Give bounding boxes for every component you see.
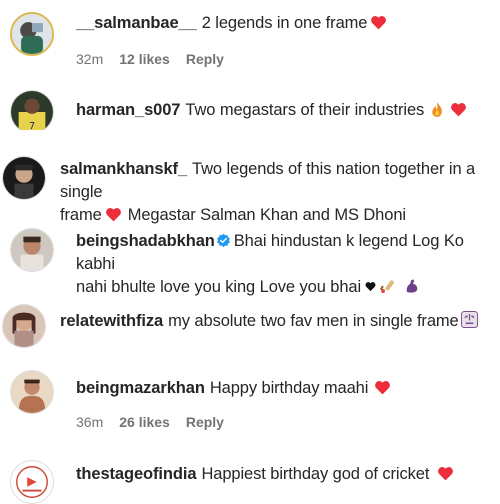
avatar[interactable] bbox=[10, 460, 54, 504]
comment-likes[interactable]: 26 likes bbox=[119, 414, 170, 430]
verified-badge-icon bbox=[216, 233, 231, 248]
red-heart-icon bbox=[450, 102, 467, 117]
comment-body: my absolute two fav men in single frame bbox=[168, 312, 459, 330]
avatar[interactable] bbox=[10, 370, 54, 414]
comment-item: beingmazarkhan Happy birthday maahi 36m 26… bbox=[0, 362, 500, 446]
fire-icon bbox=[430, 101, 444, 118]
comment-body-line2: nahi bhulte love you king Love you bhai bbox=[76, 278, 362, 296]
comment-text: beingmazarkhan Happy birthday maahi bbox=[76, 377, 496, 400]
comment-time: 36m bbox=[76, 414, 104, 430]
comment-body: 2 legends in one frame bbox=[201, 14, 368, 32]
avatar[interactable] bbox=[2, 156, 46, 200]
comment-body: Two megastars of their industries bbox=[185, 101, 425, 119]
red-heart-icon bbox=[370, 15, 387, 30]
pensive-emoji-icon bbox=[460, 311, 478, 328]
comment-likes[interactable]: 12 likes bbox=[119, 51, 170, 67]
comment-body: Happiest birthday god of cricket bbox=[201, 465, 430, 483]
black-heart-icon bbox=[365, 281, 376, 292]
comment-username[interactable]: salmankhanskf_ bbox=[60, 160, 187, 178]
flexed-biceps-icon bbox=[404, 278, 420, 294]
comment-time: 32m bbox=[76, 51, 104, 67]
comment-item: salmankhanskf_ Two legends of this nation… bbox=[0, 148, 500, 224]
avatar[interactable]: 7 bbox=[10, 90, 54, 134]
comment-text: beingshadabkhan Bhai hindustan k legend L… bbox=[76, 230, 496, 299]
comment-text: salmankhanskf_ Two legends of this nation… bbox=[60, 158, 500, 227]
red-heart-icon bbox=[437, 466, 454, 481]
comment-username[interactable]: harman_s007 bbox=[76, 101, 180, 119]
comment-text: relatewithfiza my absolute two fav men in… bbox=[60, 310, 500, 333]
comment-body: Happy birthday maahi bbox=[209, 379, 369, 397]
reply-button[interactable]: Reply bbox=[186, 414, 224, 430]
comment-text: thestageofindia Happiest birthday god of … bbox=[76, 463, 496, 486]
comment-username[interactable]: beingmazarkhan bbox=[76, 379, 205, 397]
comment-meta: 36m 26 likes Reply bbox=[76, 414, 240, 430]
comment-text: __salmanbae__ 2 legends in one frame bbox=[76, 12, 486, 35]
cricket-bat-icon bbox=[380, 278, 396, 294]
comment-item: 7 harman_s007 Two megastars of their indu… bbox=[0, 80, 500, 142]
reply-button[interactable]: Reply bbox=[186, 51, 224, 67]
comment-meta: 32m 12 likes Reply bbox=[76, 51, 240, 67]
comment-item: beingshadabkhan Bhai hindustan k legend L… bbox=[0, 218, 500, 296]
avatar[interactable] bbox=[10, 228, 54, 272]
comment-username[interactable]: thestageofindia bbox=[76, 465, 197, 483]
comment-text: harman_s007 Two megastars of their indust… bbox=[76, 99, 496, 122]
comment-username[interactable]: relatewithfiza bbox=[60, 312, 163, 330]
comment-item: relatewithfiza my absolute two fav men in… bbox=[0, 296, 500, 356]
comment-item: thestageofindia Happiest birthday god of … bbox=[0, 452, 500, 504]
avatar[interactable] bbox=[10, 12, 54, 56]
comment-username[interactable]: beingshadabkhan bbox=[76, 232, 215, 250]
comment-item: __salmanbae__ 2 legends in one frame 32m 1… bbox=[0, 0, 500, 80]
red-heart-icon bbox=[374, 380, 391, 395]
avatar[interactable] bbox=[2, 304, 46, 348]
comment-username[interactable]: __salmanbae__ bbox=[76, 14, 197, 32]
